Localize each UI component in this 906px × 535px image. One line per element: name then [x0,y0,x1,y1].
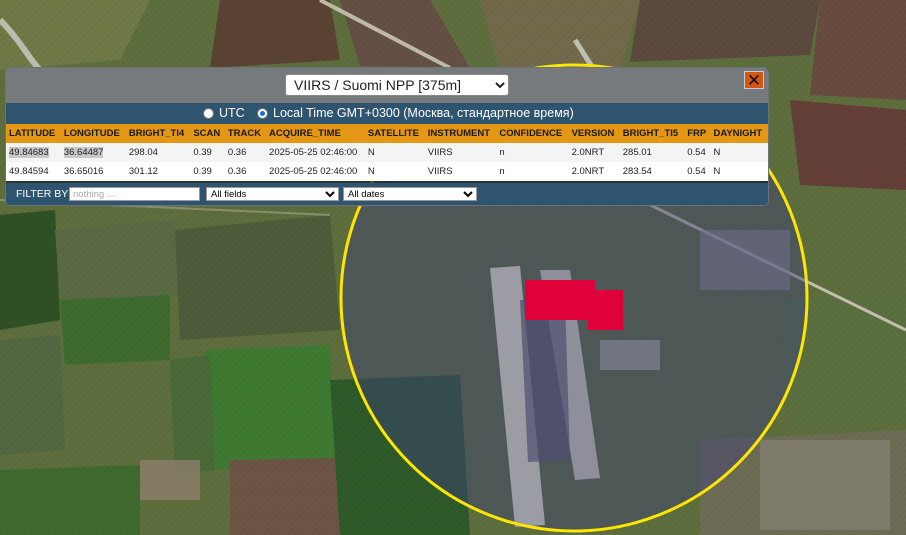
timezone-bar: UTC Local Time GMT+0300 (Москва, стандар… [6,103,768,124]
table-cell: 301.12 [125,162,191,181]
table-cell: N [710,162,768,181]
utc-radio[interactable]: UTC [203,106,245,120]
table-cell: 0.54 [684,143,711,162]
column-header[interactable]: ACQUIRE_TIME [266,124,365,143]
table-cell: 298.04 [125,143,191,162]
fire-data-popup: VIIRS / Suomi NPP [375m] ✕ UTC Local Tim… [5,67,769,206]
column-header[interactable]: DAYNIGHT [710,124,768,143]
highlighted-value: 36.64487 [63,147,104,158]
column-header[interactable]: SCAN [190,124,225,143]
fire-marker[interactable] [588,290,623,330]
popup-header: VIIRS / Suomi NPP [375m] ✕ [6,68,768,103]
filter-label: FILTER BY [16,188,69,200]
table-cell: 283.54 [619,162,685,181]
column-header[interactable]: FRP [684,124,711,143]
filter-input[interactable] [69,187,200,201]
table-cell: N [364,143,425,162]
radio-icon [203,107,214,119]
date-filter-select[interactable]: All dates [343,187,477,201]
column-header[interactable]: LATITUDE [6,124,61,143]
filter-bar: FILTER BY All fields All dates [6,183,768,205]
table-cell: 2.0NRT [568,143,620,162]
column-header[interactable]: BRIGHT_TI5 [619,124,685,143]
column-header[interactable]: LONGITUDE [60,124,126,143]
table-cell: 49.84594 [6,162,61,181]
table-cell: 0.54 [684,162,711,181]
radio-selected-icon [257,107,268,119]
column-header[interactable]: VERSION [568,124,620,143]
fire-data-table: LATITUDE LONGITUDE BRIGHT_TI4 SCAN TRACK ACQU… [6,124,768,181]
table-cell: 0.39 [190,162,225,181]
table-cell: N [710,143,768,162]
fire-marker[interactable] [525,280,595,320]
table-cell: 0.36 [224,162,267,181]
table-header-row: LATITUDE LONGITUDE BRIGHT_TI4 SCAN TRACK ACQU… [6,124,768,143]
column-header[interactable]: INSTRUMENT [424,124,497,143]
table-row[interactable]: 49.84594 36.65016 301.12 0.39 0.36 2025-05-25… [6,162,768,181]
table-cell: n [496,143,569,162]
column-header[interactable]: BRIGHT_TI4 [125,124,191,143]
table-cell: 285.01 [619,143,685,162]
table-cell: 49.84683 [6,143,61,162]
table-cell: 36.64487 [60,143,126,162]
table-cell: 36.65016 [60,162,126,181]
table-cell: 2.0NRT [568,162,620,181]
table-cell: 0.39 [190,143,225,162]
local-time-radio[interactable]: Local Time GMT+0300 (Москва, стандартное… [257,106,574,120]
column-header[interactable]: SATELLITE [364,124,425,143]
column-header[interactable]: CONFIDENCE [496,124,569,143]
highlighted-value: 49.84683 [9,147,49,158]
table-cell: 0.36 [224,143,267,162]
table-cell: 2025-05-25 02:46:00 [266,162,365,181]
table-cell: N [364,162,425,181]
table-row[interactable]: 49.84683 36.64487 298.04 0.39 0.36 2025-05-25… [6,143,768,162]
table-cell: 2025-05-25 02:46:00 [266,143,365,162]
column-header[interactable]: TRACK [224,124,267,143]
table-cell: VIIRS [424,162,497,181]
table-cell: VIIRS [424,143,497,162]
layer-select[interactable]: VIIRS / Suomi NPP [375m] [285,74,509,96]
table-cell: n [496,162,569,181]
field-filter-select[interactable]: All fields [206,187,339,201]
close-icon[interactable]: ✕ [744,71,764,89]
